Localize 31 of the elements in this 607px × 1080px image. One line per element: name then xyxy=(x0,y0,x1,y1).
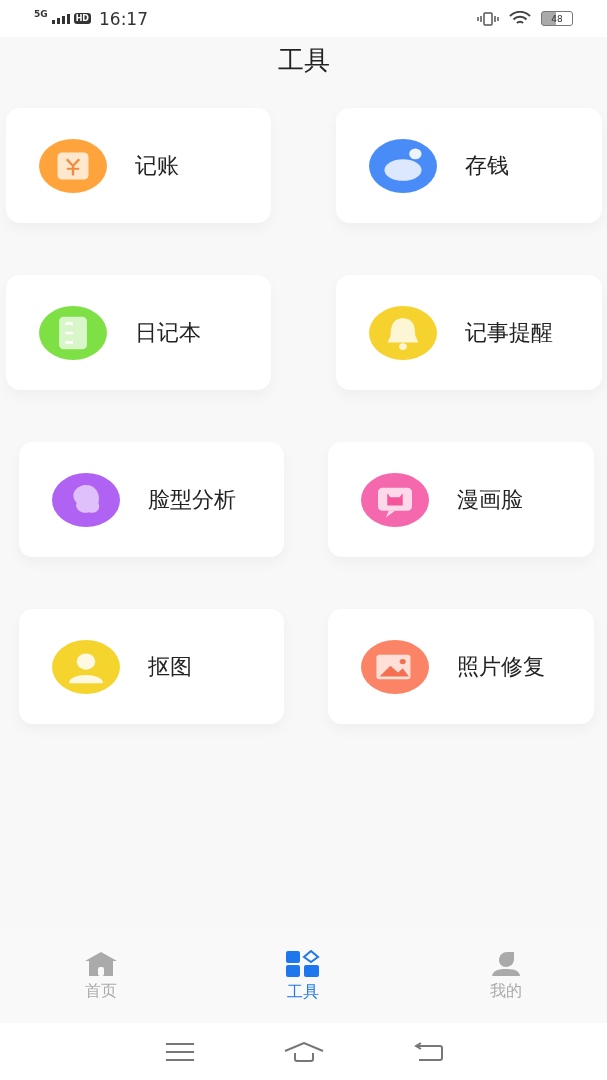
back-icon[interactable] xyxy=(412,1041,443,1062)
home-icon xyxy=(84,951,119,977)
tool-card[interactable]: 日记本 xyxy=(6,275,271,390)
clock: 16:17 xyxy=(99,8,148,29)
tool-card[interactable]: 照片修复 xyxy=(328,609,594,724)
grid-icon xyxy=(286,950,321,978)
tool-card[interactable]: 记账 xyxy=(6,108,271,223)
tool-label: 漫画脸 xyxy=(457,485,523,514)
menu-icon[interactable] xyxy=(164,1041,195,1062)
page-title: 工具 xyxy=(276,44,331,77)
network-label: 5G xyxy=(34,9,48,19)
tool-card[interactable]: 漫画脸 xyxy=(328,442,594,557)
tool-label: 存钱 xyxy=(465,151,509,180)
tool-label: 日记本 xyxy=(135,318,201,347)
home-button-icon[interactable] xyxy=(283,1041,324,1062)
signal-icon xyxy=(51,13,70,24)
hd-badge: HD xyxy=(73,13,91,24)
tool-label: 记账 xyxy=(135,151,179,180)
tool-label: 照片修复 xyxy=(457,652,545,681)
battery-indicator: 48 xyxy=(541,11,573,26)
nav-tab[interactable]: 工具 xyxy=(202,930,405,1023)
tool-card[interactable]: 脸型分析 xyxy=(19,442,284,557)
tool-card[interactable]: 抠图 xyxy=(19,609,284,724)
vibrate-icon xyxy=(477,11,499,26)
tool-label: 抠图 xyxy=(148,652,192,681)
user-icon xyxy=(490,951,521,977)
tool-label: 记事提醒 xyxy=(465,318,553,347)
wifi-icon xyxy=(509,11,531,26)
tool-label: 脸型分析 xyxy=(148,485,236,514)
tool-card[interactable]: 存钱 xyxy=(336,108,602,223)
tool-card[interactable]: 记事提醒 xyxy=(336,275,602,390)
